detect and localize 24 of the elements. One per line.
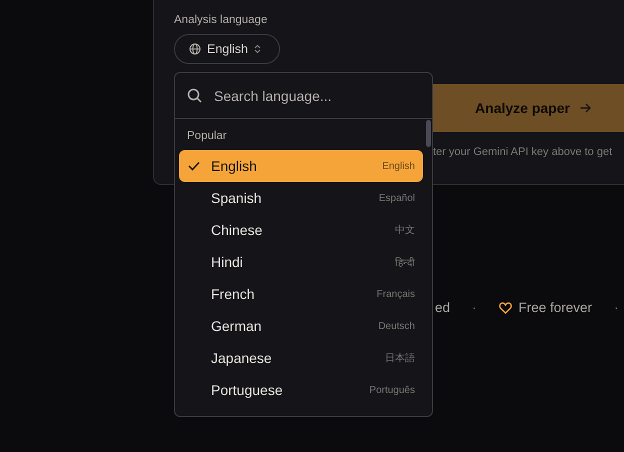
feature-text: ed bbox=[435, 300, 450, 315]
separator-dot: · bbox=[614, 300, 619, 315]
language-option[interactable]: Hindi हिन्दी bbox=[179, 246, 423, 278]
globe-icon bbox=[189, 43, 201, 55]
search-field[interactable]: Search language... bbox=[212, 86, 420, 104]
language-option[interactable]: French Français bbox=[179, 278, 423, 310]
arrow-icon bbox=[580, 103, 591, 113]
hint-text: ter your Gemini API key above to get bbox=[433, 146, 612, 158]
chevrons-icon bbox=[254, 44, 261, 54]
group-heading: Popular bbox=[186, 129, 228, 144]
language-option[interactable]: English English bbox=[179, 150, 423, 182]
language-option[interactable]: Japanese 日本語 bbox=[179, 342, 423, 374]
check-icon bbox=[188, 161, 200, 171]
feature-text: Free forever bbox=[518, 300, 592, 315]
language-option[interactable]: Chinese 中文 bbox=[179, 214, 423, 246]
scrollbar[interactable] bbox=[426, 120, 431, 147]
language-select[interactable]: English bbox=[174, 34, 280, 64]
language-option[interactable]: German Deutsch bbox=[179, 310, 423, 342]
separator-dot: · bbox=[472, 300, 477, 315]
language-option[interactable]: Spanish Español bbox=[179, 182, 423, 214]
field-label: Analysis language bbox=[174, 14, 268, 26]
language-option[interactable]: Portuguese Português bbox=[179, 374, 423, 406]
search-icon bbox=[187, 88, 202, 103]
heart-icon bbox=[498, 302, 512, 314]
